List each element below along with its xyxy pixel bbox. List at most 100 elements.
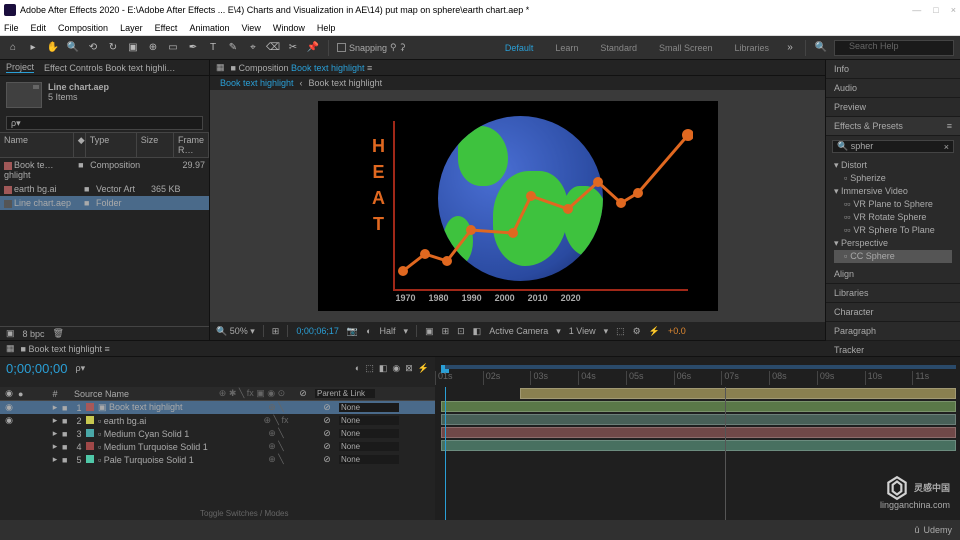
menu-view[interactable]: View	[241, 23, 260, 33]
col-label[interactable]: ◆	[74, 133, 86, 157]
timeline-tab[interactable]: ■ Book text highlight ≡	[21, 344, 110, 354]
brainstorm-icon[interactable]: ⚡	[418, 363, 429, 374]
rotate-tool-icon[interactable]: ↻	[106, 41, 120, 55]
paragraph-panel[interactable]: Paragraph	[826, 322, 960, 341]
menu-file[interactable]: File	[4, 23, 19, 33]
layer-bar[interactable]	[441, 440, 956, 451]
menu-layer[interactable]: Layer	[120, 23, 143, 33]
tree-immersive[interactable]: ▾ Immersive Video	[834, 185, 952, 198]
project-row[interactable]: Line chart.aep■ Folder	[0, 196, 209, 210]
guides-icon[interactable]: ⊡	[457, 326, 465, 337]
zoom-tool-icon[interactable]: 🔍	[66, 41, 80, 55]
workspace-menu-icon[interactable]: »	[783, 41, 797, 55]
renderer-icon[interactable]: ⚙	[633, 326, 641, 337]
menu-effect[interactable]: Effect	[155, 23, 178, 33]
selection-tool-icon[interactable]: ▸	[26, 41, 40, 55]
preview-panel[interactable]: Preview	[826, 98, 960, 117]
time-ruler[interactable]: 01s02s03s 04s05s06s 07s08s09s 10s11s	[435, 371, 960, 385]
workspace-standard[interactable]: Standard	[592, 41, 645, 55]
menu-window[interactable]: Window	[273, 23, 305, 33]
playhead-line[interactable]	[445, 387, 446, 520]
eraser-tool-icon[interactable]: ⌫	[266, 41, 280, 55]
effects-search[interactable]: 🔍 spher×	[832, 140, 954, 153]
layer-tab-icon[interactable]: ▦	[216, 62, 225, 73]
composition-tab[interactable]: ■ Composition Book text highlight ≡	[231, 63, 373, 73]
minimize-button[interactable]: —	[912, 5, 921, 15]
workspace-small[interactable]: Small Screen	[651, 41, 721, 55]
resolution[interactable]: ⊞	[272, 326, 280, 337]
graph-icon[interactable]: ⊠	[405, 363, 413, 374]
col-framerate[interactable]: Frame R…	[174, 133, 209, 157]
layer-row[interactable]: ◉▸■ 2 ▫ earth bg.ai⊕ ╲ fx ⊘None	[0, 414, 435, 427]
mask-icon[interactable]: ◧	[473, 326, 482, 337]
menu-composition[interactable]: Composition	[58, 23, 108, 33]
clear-icon[interactable]: ×	[944, 142, 949, 152]
layer-bar[interactable]	[441, 427, 956, 438]
orbit-tool-icon[interactable]: ⟲	[86, 41, 100, 55]
libraries-panel[interactable]: Libraries	[826, 284, 960, 303]
pen-tool-icon[interactable]: ✒	[186, 41, 200, 55]
snapping-toggle[interactable]: Snapping⚲ ⚳	[337, 42, 406, 53]
project-tab[interactable]: Project	[6, 62, 34, 73]
camera-select[interactable]: Active Camera	[489, 326, 548, 336]
project-search[interactable]: ρ▾	[6, 116, 203, 130]
col-source[interactable]: Source Name	[72, 389, 212, 399]
channel-icon[interactable]: ◐	[366, 326, 371, 336]
tree-vr-plane[interactable]: ▫▫ VR Plane to Sphere	[834, 198, 952, 211]
roto-tool-icon[interactable]: ✂	[286, 41, 300, 55]
layer-row[interactable]: ▸■ 5 ▫ Pale Turquoise Solid 1⊕ ╲ ⊘None	[0, 453, 435, 466]
col-type[interactable]: Type	[86, 133, 137, 157]
interpret-icon[interactable]: ▣	[6, 328, 15, 339]
fast-preview-icon[interactable]: ⚡	[649, 326, 660, 337]
breadcrumb-2[interactable]: Book text highlight	[309, 78, 383, 88]
menu-edit[interactable]: Edit	[31, 23, 47, 33]
tree-spherize[interactable]: ▫ Spherize	[834, 172, 952, 185]
timeline-search[interactable]: ρ▾	[75, 363, 85, 374]
workspace-default[interactable]: Default	[497, 41, 542, 55]
info-panel[interactable]: Info	[826, 60, 960, 79]
draft3d-icon[interactable]: ⬚	[616, 326, 625, 337]
grid-icon[interactable]: ⊞	[442, 326, 450, 337]
project-row[interactable]: Book te…ghlight■ Composition29.97	[0, 158, 209, 182]
home-icon[interactable]: ⌂	[6, 41, 20, 55]
brush-tool-icon[interactable]: ✎	[226, 41, 240, 55]
draft-icon[interactable]: ⬚	[365, 363, 374, 374]
character-panel[interactable]: Character	[826, 303, 960, 322]
anchor-tool-icon[interactable]: ⊕	[146, 41, 160, 55]
close-button[interactable]: ×	[951, 5, 956, 15]
work-area[interactable]	[445, 365, 956, 369]
toggle-switches[interactable]: Toggle Switches / Modes	[200, 509, 289, 518]
tree-vr-sphere[interactable]: ▫▫ VR Sphere To Plane	[834, 224, 952, 237]
search-help-input[interactable]: Search Help	[834, 40, 954, 56]
col-switches[interactable]: ⊕ ✱ ╲ fx ▣ ◉ ⊙	[212, 388, 292, 399]
col-av[interactable]: ◉	[0, 388, 18, 399]
project-row[interactable]: earth bg.ai■ Vector Art365 KB	[0, 182, 209, 196]
tree-cc-sphere[interactable]: ▫ CC Sphere	[834, 250, 952, 263]
breadcrumb-1[interactable]: Book text highlight	[220, 78, 294, 88]
shy-icon[interactable]: ◐	[355, 363, 360, 374]
layer-bar[interactable]	[520, 388, 956, 399]
exposure[interactable]: +0.0	[668, 326, 686, 336]
col-name[interactable]: Name	[0, 133, 74, 157]
layer-row[interactable]: ▸■ 4 ▫ Medium Turquoise Solid 1⊕ ╲ ⊘None	[0, 440, 435, 453]
roi-icon[interactable]: ▣	[425, 326, 434, 337]
maximize-button[interactable]: □	[933, 5, 938, 15]
motion-blur-icon[interactable]: ◉	[392, 363, 400, 374]
stamp-tool-icon[interactable]: ⌖	[246, 41, 260, 55]
menu-help[interactable]: Help	[317, 23, 336, 33]
text-tool-icon[interactable]: T	[206, 41, 220, 55]
timeline-ruler-area[interactable]: 01s02s03s 04s05s06s 07s08s09s 10s11s	[435, 357, 960, 387]
effects-presets-panel[interactable]: Effects & Presets≡	[826, 117, 960, 136]
frame-blend-icon[interactable]: ◧	[379, 363, 388, 374]
puppet-tool-icon[interactable]: 📌	[306, 41, 320, 55]
timecode-display[interactable]: 0;00;06;17	[296, 326, 339, 336]
col-lock[interactable]: ●	[18, 389, 48, 399]
render-queue-icon[interactable]: ▦	[6, 343, 15, 354]
view-select[interactable]: 1 View	[569, 326, 596, 336]
layer-row[interactable]: ▸■ 3 ▫ Medium Cyan Solid 1⊕ ╲ ⊘None	[0, 427, 435, 440]
col-parent[interactable]: Parent & Link	[315, 389, 375, 398]
magnification[interactable]: 🔍 50% ▾	[216, 326, 255, 337]
audio-panel[interactable]: Audio	[826, 79, 960, 98]
layer-row[interactable]: ◉▸■ 1 ▣ Book text highlight⊕ ╲ ⊘None	[0, 401, 435, 414]
hand-tool-icon[interactable]: ✋	[46, 41, 60, 55]
